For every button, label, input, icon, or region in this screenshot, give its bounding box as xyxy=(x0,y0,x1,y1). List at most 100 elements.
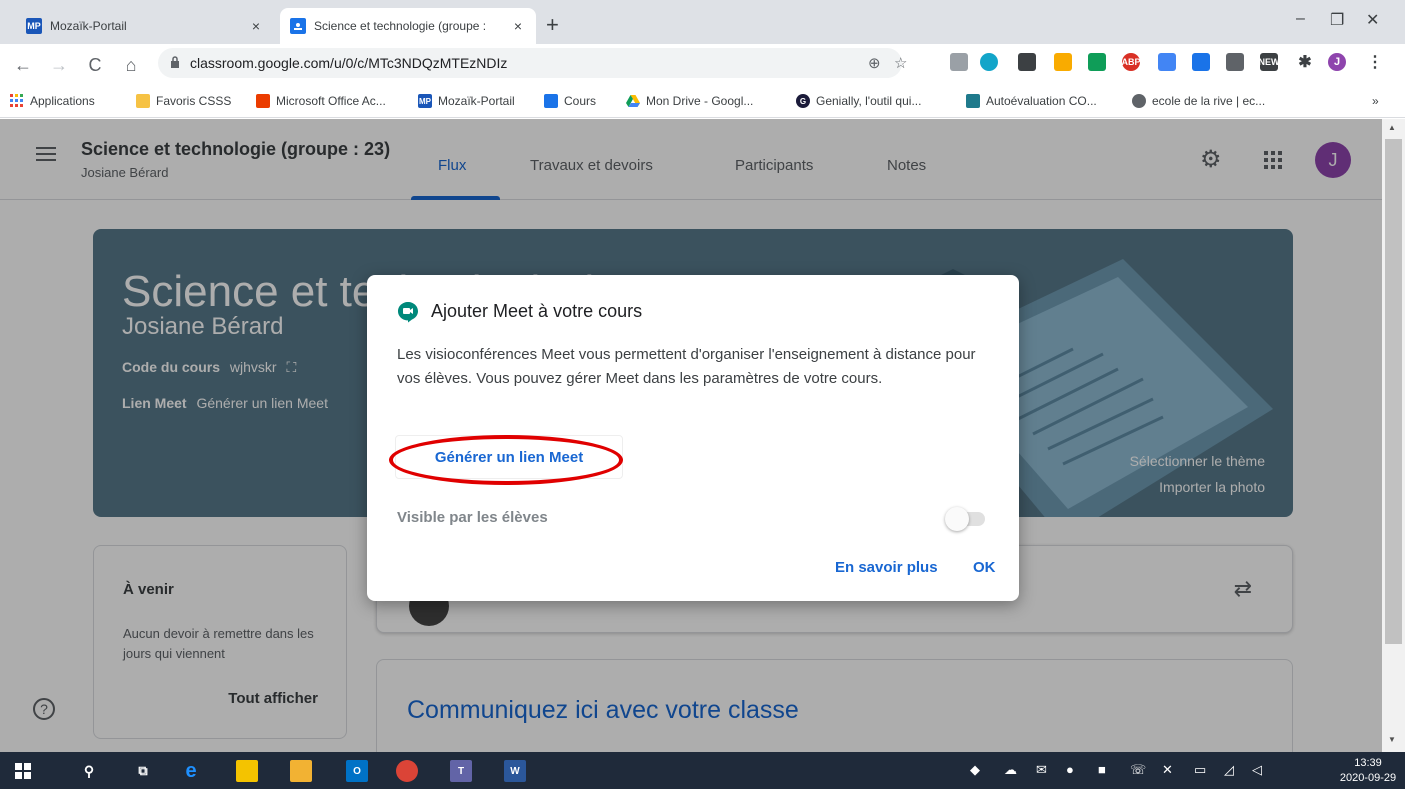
extension-icon[interactable] xyxy=(1192,53,1210,71)
globe-icon xyxy=(1132,94,1146,108)
classroom-favicon-icon xyxy=(290,18,306,34)
clock-time: 13:39 xyxy=(1354,757,1382,769)
home-icon[interactable]: ⌂ xyxy=(120,54,142,76)
drive-extension-icon[interactable] xyxy=(1088,53,1106,71)
battery-icon[interactable]: ▭ xyxy=(1194,762,1206,778)
teams-icon[interactable]: T xyxy=(450,760,472,782)
dialog-title: Ajouter Meet à votre cours xyxy=(431,301,643,321)
bookmark-label: Mozaïk-Portail xyxy=(438,94,515,108)
meet-icon xyxy=(398,302,418,323)
autoeval-icon xyxy=(966,94,980,108)
bookmark-office[interactable]: Microsoft Office Ac... xyxy=(256,94,386,108)
bookmark-favoris-csss[interactable]: Favoris CSSS xyxy=(136,94,231,108)
restore-icon[interactable]: ❐ xyxy=(1330,10,1344,30)
search-icon[interactable]: ⚲ xyxy=(78,760,100,782)
address-bar[interactable]: classroom.google.com/u/0/c/MTc3NDQzMTEzN… xyxy=(158,48,907,78)
puzzle-icon[interactable]: ✱ xyxy=(1296,53,1314,71)
tab-mozaik[interactable]: MP Mozaïk-Portail × xyxy=(16,8,274,44)
lock-icon xyxy=(170,55,180,71)
volume-icon[interactable]: ◁ xyxy=(1252,762,1262,778)
bookmark-label: Microsoft Office Ac... xyxy=(276,94,386,108)
bookmark-label: Genially, l'outil qui... xyxy=(816,94,922,108)
bookmark-cours[interactable]: Cours xyxy=(544,94,596,108)
bookmarks-bar: Applications Favoris CSSS Microsoft Offi… xyxy=(0,88,1405,118)
bookmark-label: Favoris CSSS xyxy=(156,94,232,108)
office-icon xyxy=(256,94,270,108)
profile-avatar[interactable]: J xyxy=(1328,53,1346,71)
mozaik-icon: MP xyxy=(418,94,432,108)
translate-icon[interactable] xyxy=(1158,53,1176,71)
extension-icon[interactable]: NEW xyxy=(1259,53,1280,71)
bookmark-genially[interactable]: G Genially, l'outil qui... xyxy=(796,94,921,108)
visible-to-students-label: Visible par les élèves xyxy=(397,509,548,526)
bookmarks-overflow-button[interactable]: » xyxy=(1372,94,1379,108)
windows-taskbar: ⚲ ⧉ e O T W ◆ ☁ ✉ ● ■ ☏ ✕ ▭ ◿ ◁ 13:39 20… xyxy=(0,752,1405,789)
bookmark-label: Autoévaluation CO... xyxy=(986,94,1097,108)
extension-icon[interactable] xyxy=(980,53,998,71)
word-icon[interactable]: W xyxy=(504,760,526,782)
outlook-icon[interactable]: O xyxy=(346,760,368,782)
outlook-tray-icon[interactable]: ✉ xyxy=(1036,762,1047,778)
edge-icon[interactable]: e xyxy=(180,760,202,782)
bookmark-autoevaluation[interactable]: Autoévaluation CO... xyxy=(966,94,1097,108)
back-icon[interactable]: ← xyxy=(12,54,34,76)
apps-grid-icon xyxy=(10,94,24,108)
mozaik-favicon-icon: MP xyxy=(26,18,42,34)
red-annotation-ellipse xyxy=(389,435,623,485)
learn-more-button[interactable]: En savoir plus xyxy=(835,559,938,576)
extension-icon[interactable] xyxy=(950,53,968,71)
extension-icon[interactable] xyxy=(1018,53,1036,71)
bookmark-label: ecole de la rive | ec... xyxy=(1152,94,1266,108)
classroom-icon xyxy=(544,94,558,108)
scroll-down-icon[interactable]: ▼ xyxy=(1388,735,1396,744)
tab-title: Mozaïk-Portail xyxy=(50,19,127,33)
file-explorer-icon[interactable] xyxy=(290,760,312,782)
genially-icon: G xyxy=(796,94,810,108)
bookmark-ecole[interactable]: ecole de la rive | ec... xyxy=(1132,94,1265,108)
bookmark-label: Mon Drive - Googl... xyxy=(646,94,754,108)
close-window-icon[interactable]: ✕ xyxy=(1366,10,1379,30)
ok-button[interactable]: OK xyxy=(973,559,996,576)
reload-icon[interactable]: C xyxy=(84,54,106,76)
visible-to-students-toggle[interactable] xyxy=(945,507,987,531)
task-view-icon[interactable]: ⧉ xyxy=(132,760,154,782)
bookmark-star-icon[interactable]: ☆ xyxy=(894,54,907,72)
minimize-icon[interactable]: – xyxy=(1296,10,1305,28)
scrollbar-thumb[interactable] xyxy=(1385,139,1402,644)
adblock-icon[interactable]: ABP xyxy=(1122,53,1141,71)
windows-start-icon[interactable] xyxy=(12,760,34,782)
tray-icon[interactable]: ✕ xyxy=(1162,762,1173,778)
wifi-icon[interactable]: ◿ xyxy=(1224,762,1234,778)
bookmark-drive[interactable]: Mon Drive - Googl... xyxy=(626,94,753,108)
bookmark-label: Cours xyxy=(564,94,597,108)
forward-icon[interactable]: → xyxy=(48,54,70,76)
bookmark-mozaik[interactable]: MP Mozaïk-Portail xyxy=(418,94,515,108)
new-tab-button[interactable]: + xyxy=(546,14,559,36)
skype-tray-icon[interactable]: ☏ xyxy=(1130,762,1146,778)
close-tab-icon[interactable]: × xyxy=(510,18,526,34)
drive-icon xyxy=(626,94,640,108)
bookmark-label: Applications xyxy=(30,94,95,108)
extension-icon[interactable] xyxy=(1054,53,1072,71)
tray-icon[interactable]: ■ xyxy=(1098,762,1106,777)
folder-icon xyxy=(136,94,150,108)
sticky-notes-icon[interactable] xyxy=(236,760,258,782)
teams-tray-icon[interactable]: ◆ xyxy=(970,762,980,778)
tray-icon[interactable]: ● xyxy=(1066,762,1074,777)
add-meet-dialog: Ajouter Meet à votre cours Les visioconf… xyxy=(367,275,1019,601)
close-tab-icon[interactable]: × xyxy=(248,18,264,34)
extension-icon[interactable] xyxy=(1226,53,1244,71)
taskbar-clock[interactable]: 13:39 2020-09-29 xyxy=(1338,756,1398,786)
zoom-icon[interactable]: ⊕ xyxy=(868,54,881,72)
dialog-body: Les visioconférences Meet vous permetten… xyxy=(397,346,976,387)
onedrive-icon[interactable]: ☁ xyxy=(1004,762,1017,778)
toggle-knob xyxy=(945,507,969,531)
tab-classroom[interactable]: Science et technologie (groupe : × xyxy=(280,8,536,44)
browser-tab-strip: MP Mozaïk-Portail × Science et technolog… xyxy=(0,0,1405,44)
menu-kebab-icon[interactable]: ⋮ xyxy=(1366,53,1384,71)
url-text: classroom.google.com/u/0/c/MTc3NDQzMTEzN… xyxy=(190,55,508,71)
scroll-up-icon[interactable]: ▲ xyxy=(1388,123,1396,132)
bookmark-applications[interactable]: Applications xyxy=(10,94,95,108)
chrome-icon[interactable] xyxy=(396,760,418,782)
page-scrollbar[interactable]: ▲ ▼ xyxy=(1382,119,1405,752)
